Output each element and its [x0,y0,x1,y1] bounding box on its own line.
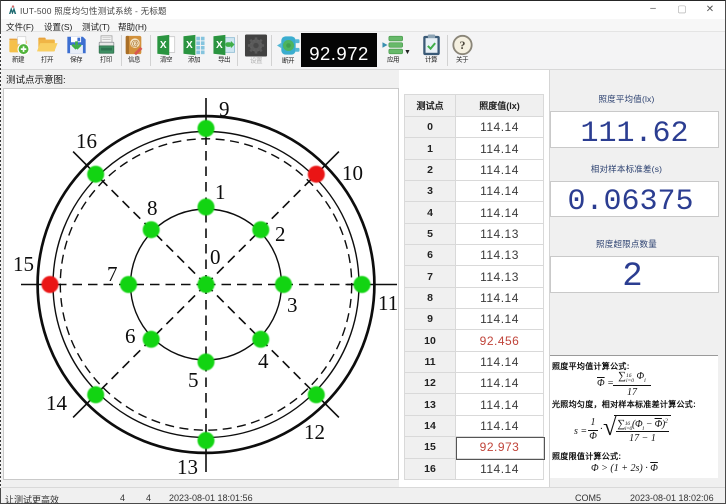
svg-text:2: 2 [275,222,286,246]
svg-text:8: 8 [147,196,158,220]
svg-text:?: ? [459,38,465,52]
svg-text:9: 9 [219,97,230,121]
svg-text:5: 5 [188,368,199,392]
svg-text:10: 10 [342,161,363,185]
svg-text:16: 16 [76,129,97,153]
svg-text:1: 1 [215,180,226,204]
svg-text:13: 13 [177,455,198,479]
svg-text:14: 14 [46,391,68,415]
svg-text:X: X [216,40,223,51]
svg-text:3: 3 [287,293,298,317]
svg-text:@: @ [131,39,139,48]
svg-text:11: 11 [378,291,398,315]
svg-text:X: X [159,40,166,51]
svg-text:X: X [186,40,193,51]
svg-text:0: 0 [210,245,221,269]
svg-text:7: 7 [107,262,118,286]
svg-text:12: 12 [304,420,325,444]
svg-text:4: 4 [258,349,269,373]
svg-text:6: 6 [125,324,136,348]
svg-text:15: 15 [13,252,34,276]
